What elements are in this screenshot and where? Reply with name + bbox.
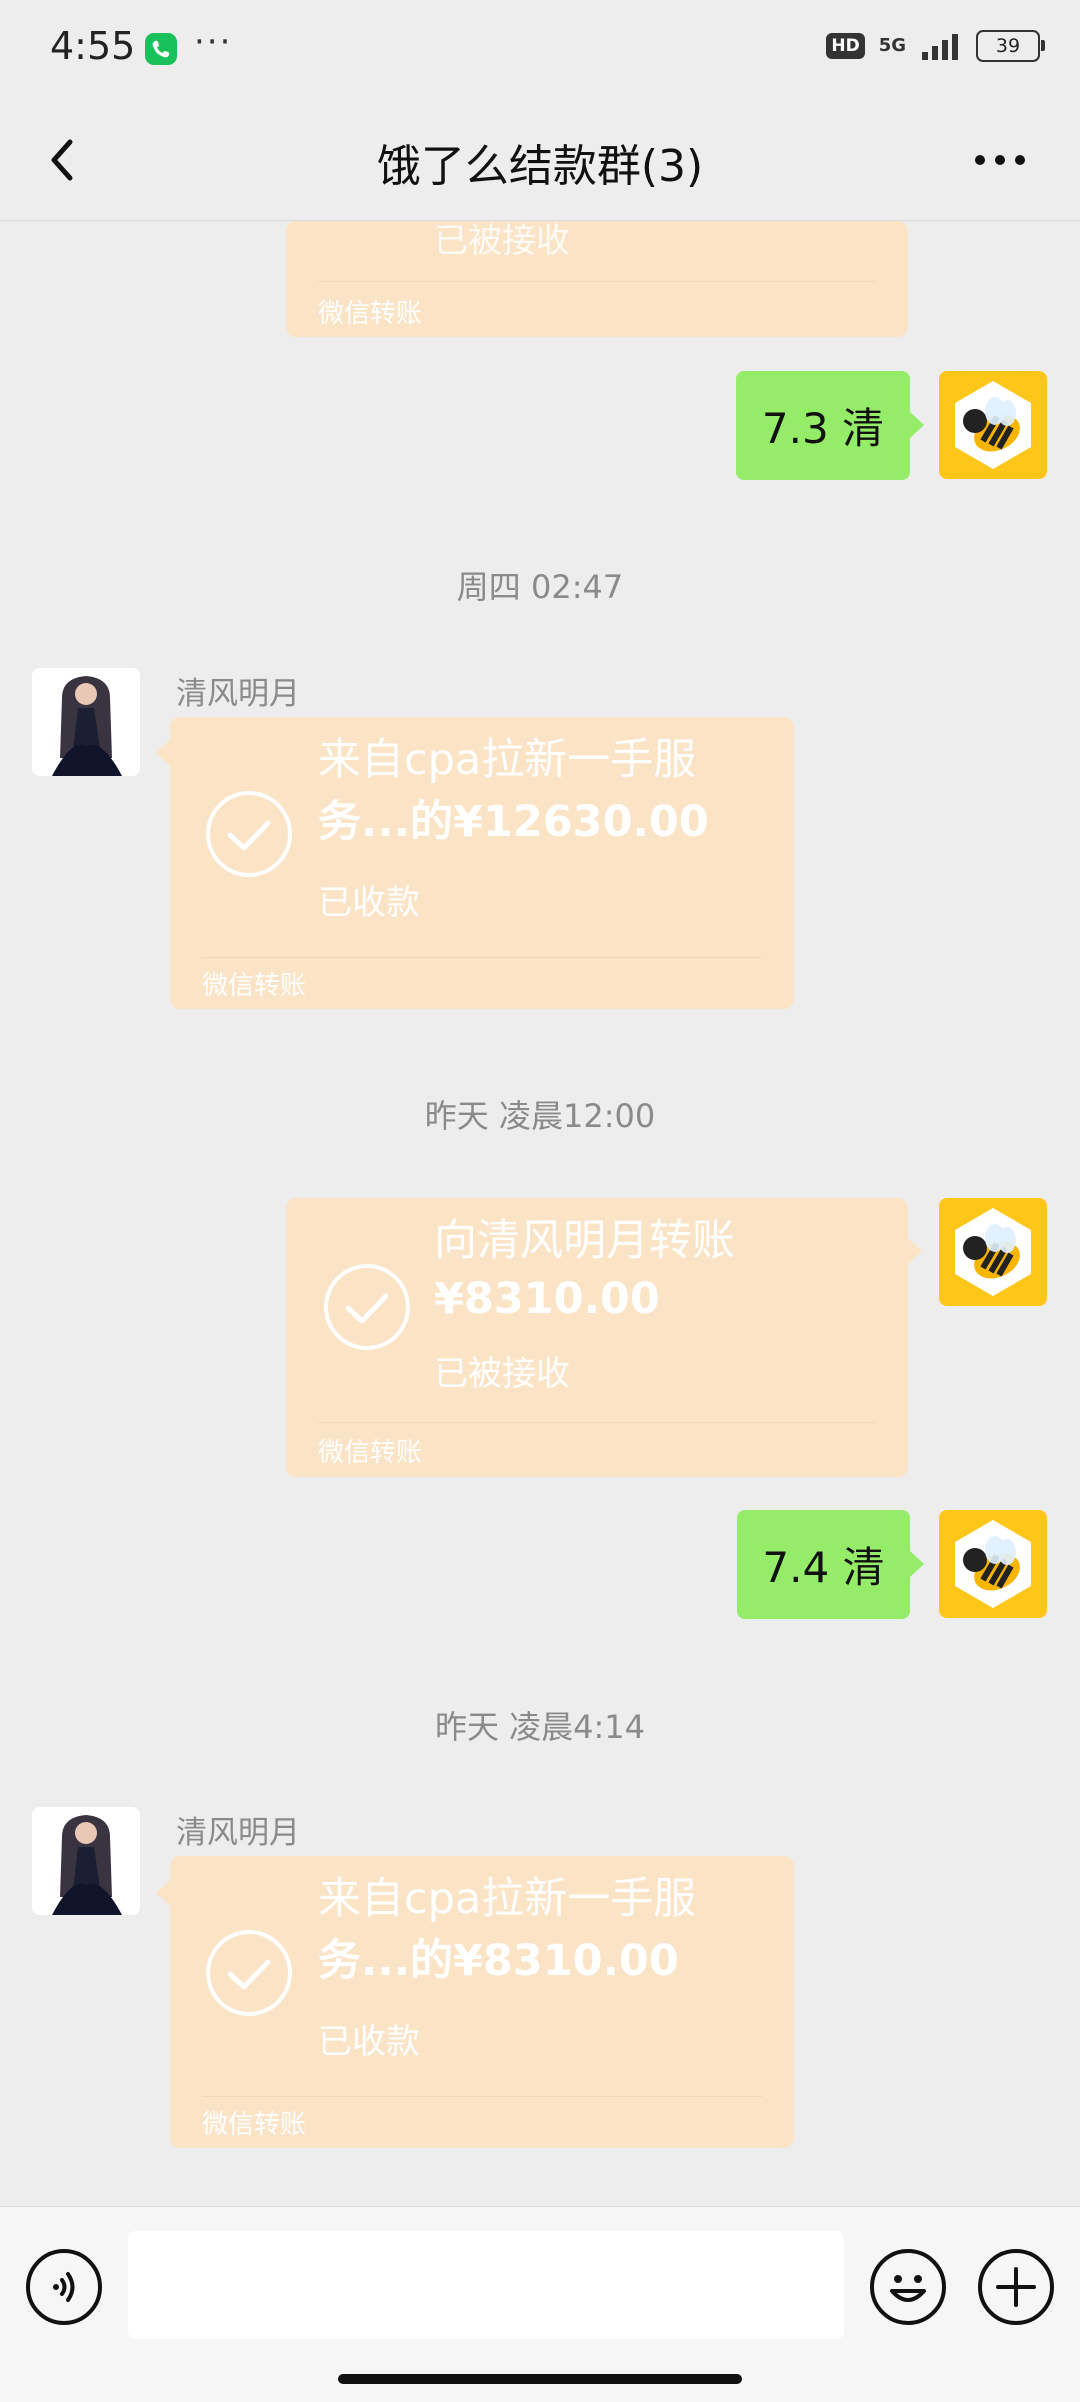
check-icon (206, 791, 292, 877)
bee-avatar[interactable] (939, 1198, 1047, 1306)
transfer-amount: 务...的¥12630.00 (318, 797, 709, 847)
home-indicator[interactable] (338, 2374, 742, 2384)
transfer-footer: 微信转账 (202, 2110, 307, 2140)
transfer-status: 已收款 (318, 2022, 420, 2062)
transfer-card[interactable]: 来自cpa拉新一手服 务...的¥12630.00 已收款 微信转账 (170, 717, 794, 1009)
transfer-amount: 务...的¥8310.00 (318, 1936, 679, 1986)
transfer-card[interactable]: 向清风明月转账 ¥8310.00 已被接收 微信转账 (286, 1198, 908, 1477)
transfer-divider (202, 957, 762, 958)
transfer-status: 已收款 (318, 883, 420, 923)
sender-name: 清风明月 (176, 1815, 300, 1851)
transfer-card[interactable]: 来自cpa拉新一手服 务...的¥8310.00 已收款 微信转账 (170, 1856, 794, 2148)
status-right-group: HD 5G 39 (826, 30, 1045, 62)
status-more-dots: ··· (194, 22, 233, 62)
transfer-divider (318, 281, 876, 282)
message-text: 7.3 清 (761, 404, 885, 453)
transfer-card-partial[interactable]: 已被接收 微信转账 (286, 221, 908, 337)
transfer-footer: 微信转账 (318, 1438, 423, 1468)
battery-indicator: 39 (976, 30, 1045, 62)
hd-badge: HD (826, 33, 865, 59)
timestamp: 昨天 凌晨4:14 (434, 1708, 646, 1746)
transfer-title: 来自cpa拉新一手服 (318, 1874, 697, 1924)
bubble-tail (156, 1880, 170, 1906)
voice-button[interactable] (26, 2249, 102, 2325)
emoji-button[interactable] (870, 2249, 946, 2325)
network-type: 5G (878, 35, 906, 56)
transfer-footer: 微信转账 (318, 299, 423, 329)
transfer-title: 来自cpa拉新一手服 (318, 735, 697, 785)
call-indicator-icon (145, 33, 177, 65)
message-bubble[interactable]: 7.4 清 (737, 1510, 910, 1619)
bubble-tail (908, 1238, 922, 1264)
transfer-divider (318, 1422, 876, 1423)
plus-icon (996, 2267, 1036, 2307)
bubble-tail (910, 1551, 924, 1577)
voice-icon (53, 2272, 75, 2302)
bubble-tail (156, 740, 170, 766)
emoji-icon (890, 2275, 926, 2302)
bee-avatar[interactable] (939, 371, 1047, 479)
status-time: 4:55 (50, 24, 136, 68)
plus-button[interactable] (978, 2249, 1054, 2325)
message-bubble[interactable]: 7.3 清 (736, 371, 910, 480)
chat-header: 饿了么结款群(3) (0, 100, 1080, 221)
transfer-status: 已被接收 (434, 1354, 570, 1394)
transfer-amount: ¥8310.00 (434, 1274, 660, 1324)
check-icon (206, 1930, 292, 2016)
signal-icon (922, 34, 958, 60)
transfer-title: 向清风明月转账 (434, 1216, 735, 1266)
transfer-divider (202, 2096, 762, 2097)
person-avatar[interactable] (32, 1807, 140, 1915)
timestamp: 昨天 凌晨12:00 (424, 1097, 656, 1135)
transfer-status: 已被接收 (434, 221, 570, 261)
check-icon (324, 1264, 410, 1350)
message-text: 7.4 清 (762, 1543, 885, 1592)
more-button[interactable] (960, 130, 1040, 190)
chat-title: 饿了么结款群(3) (376, 141, 704, 192)
sender-name: 清风明月 (176, 676, 300, 712)
more-icon (975, 155, 1025, 165)
input-bar (0, 2206, 1080, 2402)
person-avatar[interactable] (32, 668, 140, 776)
transfer-footer: 微信转账 (202, 971, 307, 1001)
bubble-tail (910, 412, 924, 438)
bee-avatar[interactable] (939, 1510, 1047, 1618)
message-input[interactable] (128, 2231, 844, 2339)
timestamp: 周四 02:47 (456, 568, 624, 606)
